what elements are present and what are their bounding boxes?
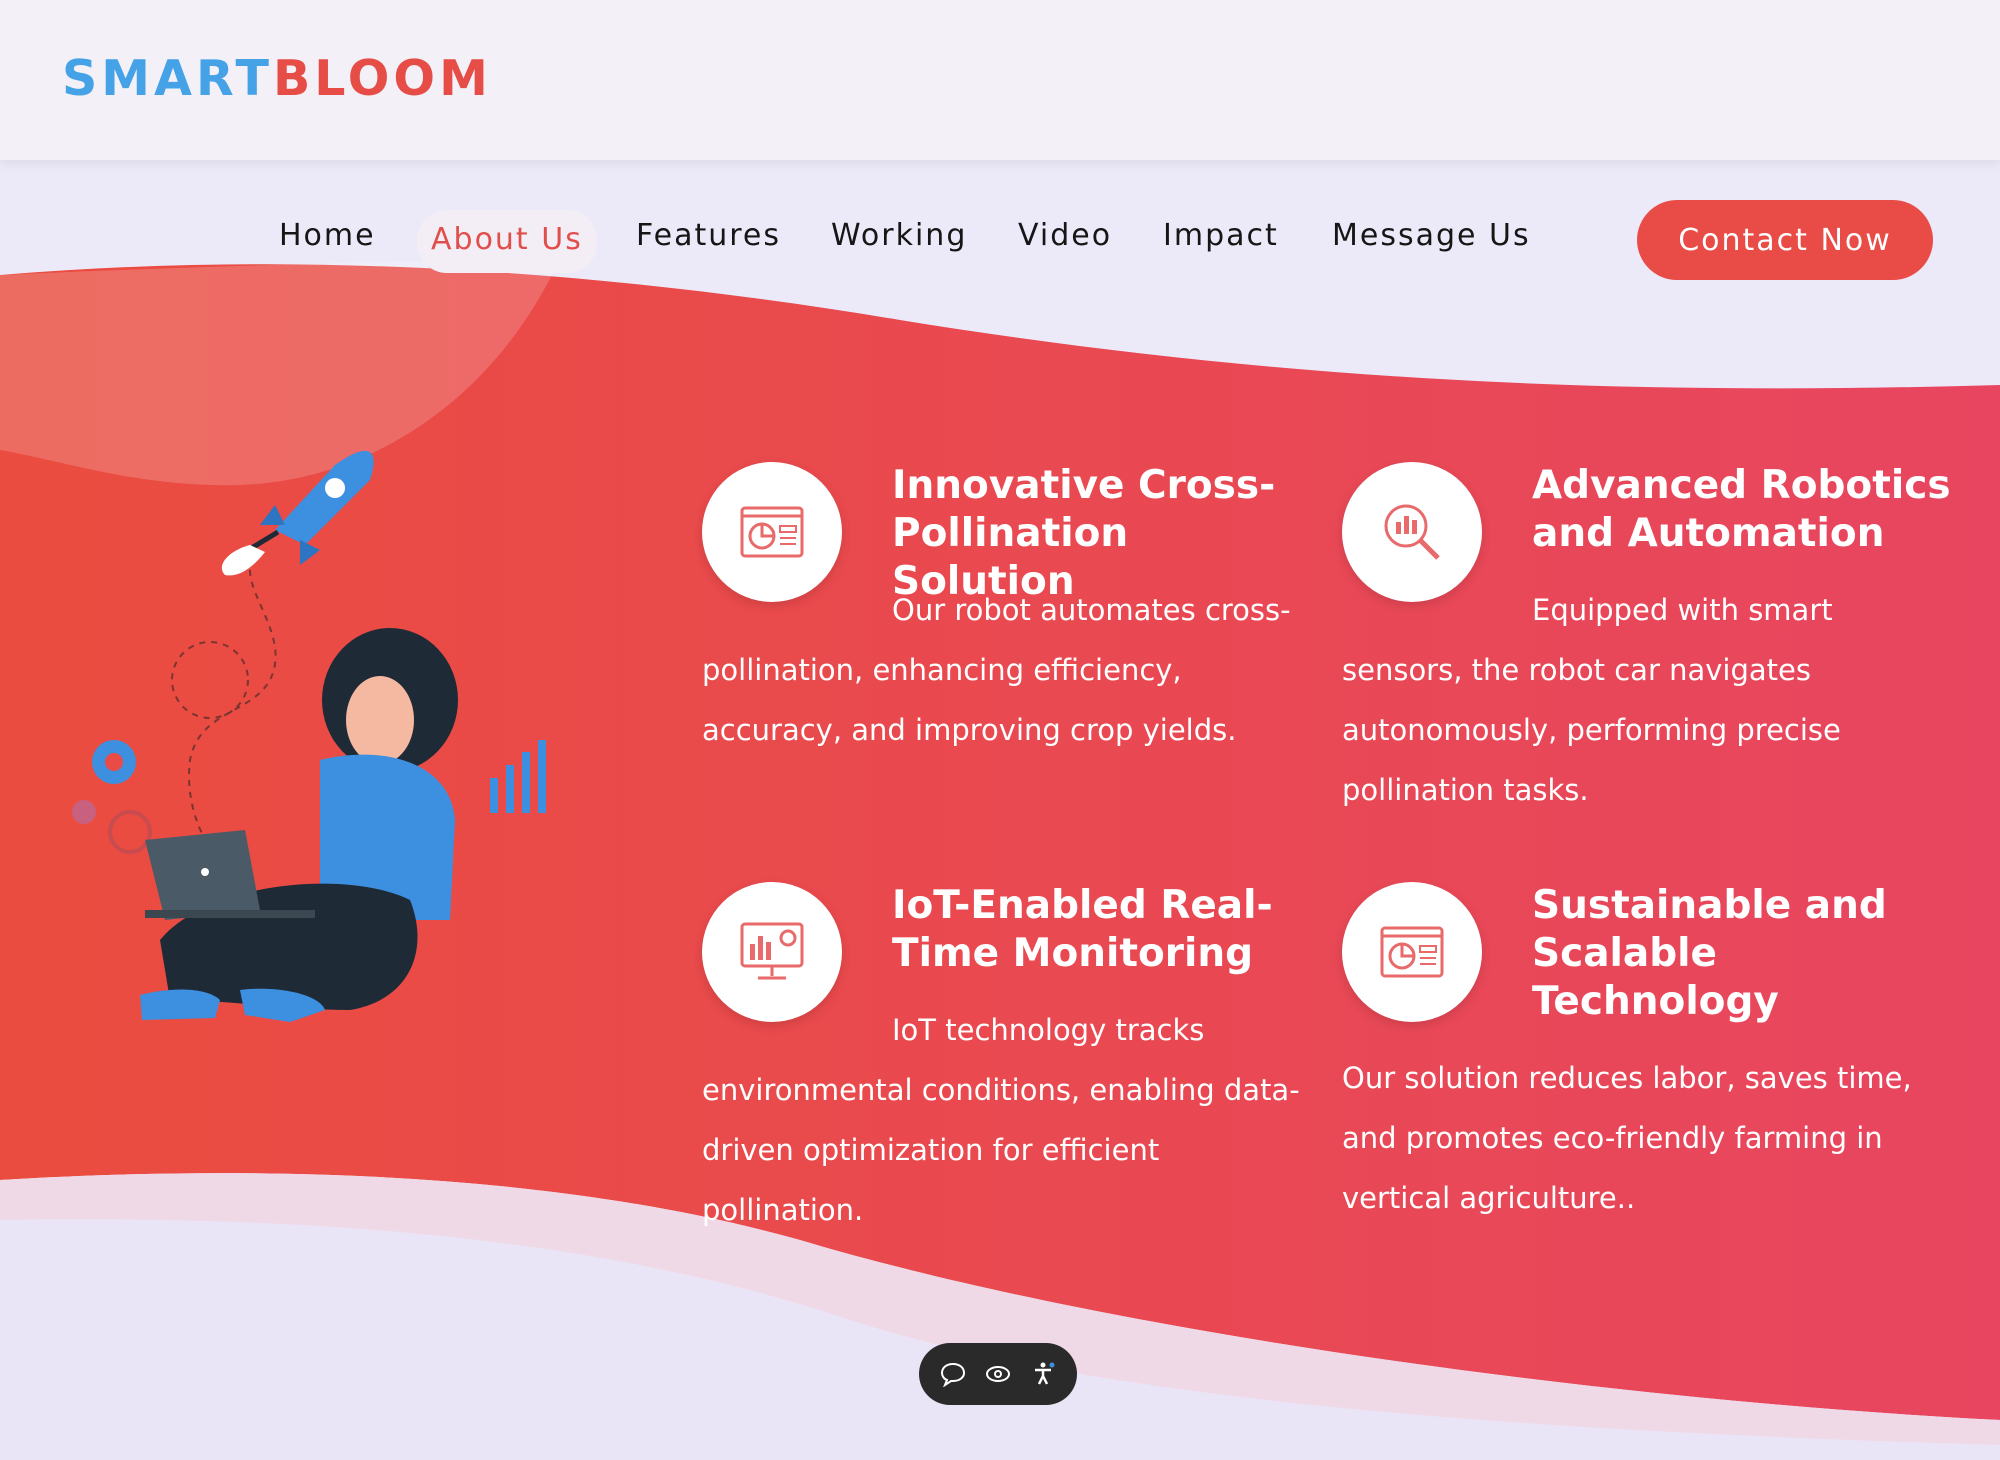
hero-illustration <box>72 450 546 1022</box>
accessibility-toolbar <box>919 1343 1077 1405</box>
header-bar: SMARTBLOOM <box>0 0 2000 160</box>
feature-title: Sustainable and Scalable Technology <box>1532 883 1887 1024</box>
brand-logo[interactable]: SMARTBLOOM <box>62 50 492 107</box>
gear-icon <box>72 740 152 854</box>
feature-title: Advanced Robotics and Automation <box>1532 463 1951 556</box>
eye-icon[interactable] <box>985 1361 1011 1387</box>
nav-features[interactable]: Features <box>636 218 781 253</box>
person-figure <box>140 628 458 1022</box>
nav-home[interactable]: Home <box>279 218 376 253</box>
feature-text: Our robot automates cross-pollination, e… <box>702 593 1291 747</box>
magnifier-chart-icon <box>1384 504 1440 560</box>
feature-text: Equipped with smart sensors, the robot c… <box>1342 593 1841 807</box>
contact-now-button[interactable]: Contact Now <box>1637 200 1933 280</box>
nav-working[interactable]: Working <box>831 218 967 253</box>
nav-video[interactable]: Video <box>1018 218 1112 253</box>
feature-icon-circle <box>1342 882 1482 1022</box>
accessibility-person-icon[interactable] <box>1030 1361 1056 1387</box>
pie-chart-document-icon <box>740 506 804 558</box>
feature-text: Our solution reduces labor, saves time, … <box>1342 1061 1912 1215</box>
bar-chart-icon <box>490 740 546 813</box>
brand-logo-part1: SMART <box>62 50 273 107</box>
nav-message-us[interactable]: Message Us <box>1332 218 1531 253</box>
nav-about-us[interactable]: About Us <box>417 210 597 273</box>
chat-bubble-icon[interactable] <box>940 1361 966 1387</box>
pie-chart-document-icon <box>1380 926 1444 978</box>
brand-logo-part2: BLOOM <box>272 50 492 107</box>
feature-title: IoT-Enabled Real-Time Monitoring <box>892 883 1273 976</box>
rocket-icon <box>221 450 374 576</box>
monitor-chart-icon <box>740 922 804 980</box>
feature-text: IoT technology tracks environmental cond… <box>702 1013 1300 1227</box>
nav-impact[interactable]: Impact <box>1163 218 1279 253</box>
